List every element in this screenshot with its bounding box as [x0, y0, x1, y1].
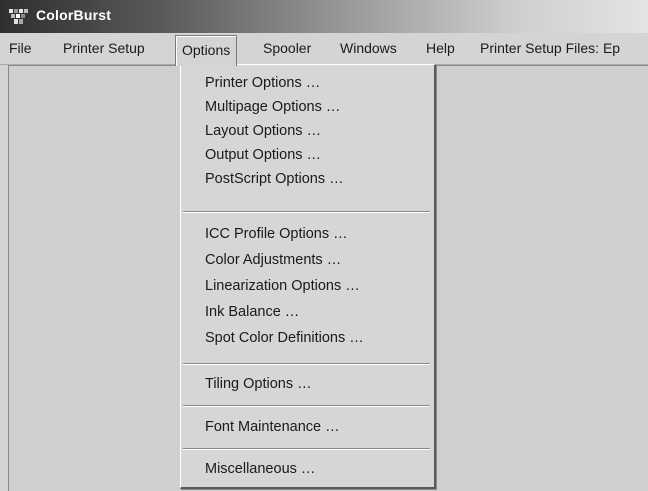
menu-spooler[interactable]: Spooler	[263, 33, 311, 64]
menu-item-multipage-options[interactable]: Multipage Options …	[205, 96, 340, 118]
menu-item-font-maintenance[interactable]: Font Maintenance …	[205, 416, 340, 438]
menu-windows[interactable]: Windows	[340, 33, 397, 64]
menu-item-miscellaneous[interactable]: Miscellaneous …	[205, 458, 315, 480]
window-title: ColorBurst	[36, 7, 112, 23]
menu-item-ink-balance[interactable]: Ink Balance …	[205, 301, 299, 323]
menu-printer-setup-files[interactable]: Printer Setup Files: Ep	[480, 33, 620, 64]
menu-separator	[183, 363, 430, 365]
app-window: ColorBurst File Printer Setup Options Sp…	[0, 0, 648, 491]
menu-item-color-adjustments[interactable]: Color Adjustments …	[205, 249, 341, 271]
menu-item-layout-options[interactable]: Layout Options …	[205, 120, 321, 142]
menu-item-output-options[interactable]: Output Options …	[205, 144, 321, 166]
menu-item-icc-profile-options[interactable]: ICC Profile Options …	[205, 223, 348, 245]
menu-item-linearization-options[interactable]: Linearization Options …	[205, 275, 360, 297]
options-dropdown-menu: Printer Options … Multipage Options … La…	[180, 64, 436, 489]
menu-item-printer-options[interactable]: Printer Options …	[205, 72, 320, 94]
menu-printer-setup[interactable]: Printer Setup	[63, 33, 145, 64]
menu-file[interactable]: File	[9, 33, 32, 64]
menu-item-tiling-options[interactable]: Tiling Options …	[205, 373, 312, 395]
menu-separator	[183, 448, 430, 450]
menu-options[interactable]: Options	[175, 35, 238, 66]
colorburst-app-icon[interactable]	[8, 8, 32, 25]
menu-separator	[183, 405, 430, 407]
menu-bar: File Printer Setup Options Spooler Windo…	[0, 33, 648, 66]
menu-separator	[183, 211, 430, 213]
menu-item-postscript-options[interactable]: PostScript Options …	[205, 168, 344, 190]
menu-item-spot-color-definitions[interactable]: Spot Color Definitions …	[205, 327, 364, 349]
menu-help[interactable]: Help	[426, 33, 455, 64]
title-bar[interactable]: ColorBurst	[0, 0, 648, 33]
